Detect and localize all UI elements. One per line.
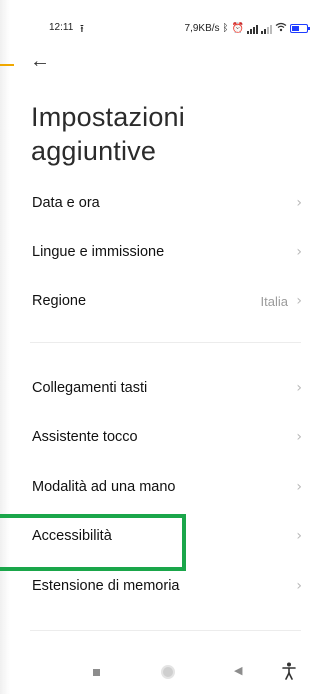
alarm-icon: ⏰	[231, 22, 244, 34]
signal-icon	[261, 24, 272, 34]
chevron-right-icon: ›	[296, 195, 302, 211]
settings-item-label: Assistente tocco	[32, 429, 138, 445]
status-time: 12:11	[49, 22, 74, 33]
chevron-right-icon: ›	[296, 380, 302, 396]
phone-screen: 12:11 ⭱ 7,9KB/s ᛒ ⏰ ← Impostazioni aggiu…	[0, 0, 322, 694]
wifi-icon	[275, 22, 287, 35]
settings-item-one-hand[interactable]: Modalità ad una mano ›	[0, 465, 322, 509]
settings-item-label: Collegamenti tasti	[32, 380, 148, 396]
chevron-right-icon: ›	[296, 578, 302, 594]
chevron-right-icon: ›	[296, 293, 302, 309]
back-icon[interactable]: ◀	[234, 664, 242, 677]
accent-line	[0, 64, 14, 66]
chevron-right-icon: ›	[296, 429, 302, 445]
chevron-right-icon: ›	[296, 528, 302, 544]
signal-icon	[247, 24, 258, 34]
settings-item-label: Modalità ad una mano	[32, 479, 176, 495]
settings-item-date-time[interactable]: Data e ora ›	[0, 181, 322, 225]
settings-item-label: Data e ora	[32, 195, 100, 211]
settings-item-label: Regione	[32, 293, 87, 309]
chevron-right-icon: ›	[296, 479, 302, 495]
status-icons: 7,9KB/s ᛒ ⏰	[184, 22, 310, 35]
settings-item-assistant[interactable]: Assistente tocco ›	[0, 415, 322, 459]
navigation-bar: ◀	[0, 660, 322, 694]
page-title: Impostazioni aggiuntive	[31, 102, 185, 166]
settings-item-languages[interactable]: Lingue e immissione ›	[0, 230, 322, 274]
settings-item-label: Estensione di memoria	[32, 578, 180, 594]
recents-icon[interactable]	[93, 669, 100, 676]
network-speed: 7,9KB/s	[184, 23, 220, 34]
upload-icon: ⭱	[80, 23, 84, 35]
home-icon[interactable]	[161, 665, 175, 679]
accessibility-icon[interactable]	[282, 662, 296, 685]
highlight-box	[0, 514, 186, 571]
status-bar: 12:11 ⭱ 7,9KB/s ᛒ ⏰	[0, 18, 322, 40]
chevron-right-icon: ›	[296, 244, 302, 260]
settings-item-region[interactable]: Regione Italia ›	[0, 279, 322, 323]
section-divider	[30, 342, 301, 343]
section-divider	[30, 630, 301, 631]
region-value: Italia	[260, 293, 288, 309]
settings-item-shortcuts[interactable]: Collegamenti tasti ›	[0, 366, 322, 410]
battery-icon	[290, 24, 310, 33]
back-arrow-icon[interactable]: ←	[30, 51, 50, 71]
settings-item-label: Lingue e immissione	[32, 244, 165, 260]
bluetooth-icon: ᛒ	[222, 22, 229, 34]
